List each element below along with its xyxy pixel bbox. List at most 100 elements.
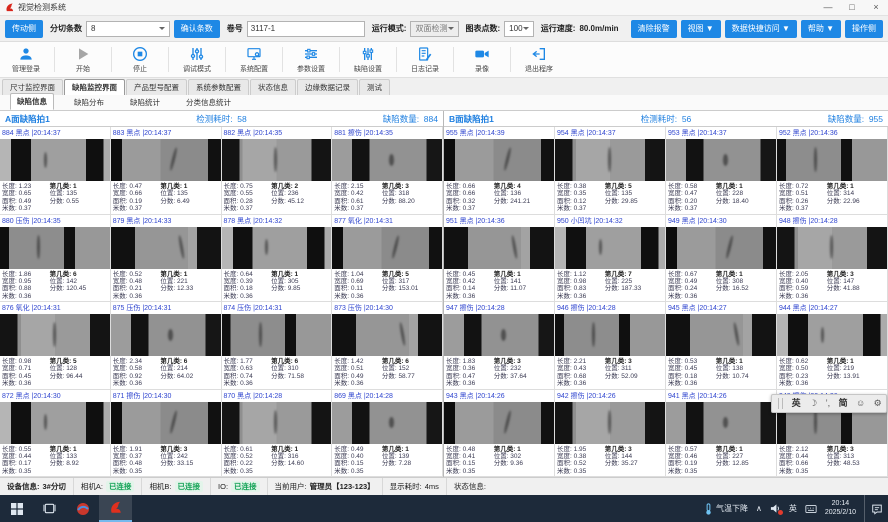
defect-image[interactable] (0, 402, 110, 444)
defect-image[interactable] (111, 314, 221, 356)
defect-image[interactable] (332, 314, 442, 356)
close-button[interactable]: × (864, 0, 888, 15)
chart-points-select[interactable]: 100 (504, 21, 534, 37)
defect-card-942[interactable]: 942 擦伤 |20:14:26长度: 1.95宽度: 0.38面积: 0.52… (555, 390, 666, 478)
defect-image[interactable] (332, 402, 442, 444)
defect-card-876[interactable]: 876 氧化 |20:14:31长度: 0.98宽度: 0.71面积: 0.45… (0, 302, 111, 390)
defect-image[interactable] (666, 227, 776, 269)
taskbar-app-icon[interactable] (66, 495, 99, 522)
defect-image[interactable] (444, 227, 554, 269)
defect-card-954[interactable]: 954 黑点 |20:14:37长度: 0.38宽度: 0.35面积: 0.12… (555, 127, 666, 215)
defect-image[interactable] (777, 139, 887, 181)
touch-keyboard-icon[interactable] (805, 504, 817, 514)
defect-image[interactable] (222, 314, 332, 356)
defect-card-870[interactable]: 870 黑点 |20:14:28长度: 0.61宽度: 0.52面积: 0.22… (222, 390, 333, 478)
defect-image[interactable] (0, 227, 110, 269)
defect-image[interactable] (222, 402, 332, 444)
defect-card-944[interactable]: 944 黑点 |20:14:27长度: 0.62宽度: 0.50面积: 0.23… (777, 302, 888, 390)
defect-card-953[interactable]: 953 黑点 |20:14:37长度: 0.58宽度: 0.47面积: 0.20… (666, 127, 777, 215)
tab-sub-2[interactable]: 缺陷统计 (124, 95, 166, 110)
taskbar-clock[interactable]: 20:14 2025/2/10 (825, 500, 856, 517)
action-camera-button[interactable]: 录像 (458, 46, 506, 74)
defect-card-879[interactable]: 879 黑点 |20:14:33长度: 0.52宽度: 0.48面积: 0.21… (111, 215, 222, 303)
action-user-button[interactable]: 管理登录 (2, 46, 50, 74)
weather-widget[interactable]: 气温下降 (704, 503, 748, 515)
slit-count-select[interactable]: 8 (86, 21, 170, 37)
tab-sub-3[interactable]: 分类信息统计 (180, 95, 237, 110)
defect-image[interactable] (666, 402, 776, 444)
run-mode-select[interactable]: 双面检测 (410, 21, 458, 37)
roll-number-input[interactable] (247, 21, 365, 37)
defect-image[interactable] (555, 314, 665, 356)
defect-card-880[interactable]: 880 压伤 |20:14:35长度: 1.86宽度: 0.95面积: 0.88… (0, 215, 111, 303)
action-params-button[interactable]: 参数设置 (287, 46, 335, 74)
defect-card-877[interactable]: 877 氧化 |20:14:31长度: 1.04宽度: 0.69面积: 0.11… (332, 215, 443, 303)
view-menu-button[interactable]: 视图 ▼ (681, 20, 721, 38)
action-defectset-button[interactable]: 缺陷设置 (344, 46, 392, 74)
defect-image[interactable] (0, 314, 110, 356)
defect-card-950[interactable]: 950 小凹坑 |20:14:32长度: 1.12宽度: 0.98面积: 0.8… (555, 215, 666, 303)
ime-punct-icon[interactable]: ’, (826, 396, 831, 411)
confirm-count-button[interactable]: 确认条数 (174, 20, 220, 38)
tab-main-4[interactable]: 状态信息 (250, 79, 296, 95)
data-access-menu-button[interactable]: 数据快捷访问 ▼ (725, 20, 797, 38)
defect-image[interactable] (555, 402, 665, 444)
defect-image[interactable] (111, 402, 221, 444)
defect-card-946[interactable]: 946 擦伤 |20:14:28长度: 2.21宽度: 0.43面积: 0.68… (555, 302, 666, 390)
defect-image[interactable] (332, 227, 442, 269)
defect-image[interactable] (111, 139, 221, 181)
ime-emoji-icon[interactable]: ☺ (856, 396, 865, 411)
action-center-button[interactable] (864, 495, 883, 522)
defect-image[interactable] (0, 139, 110, 181)
defect-card-952[interactable]: 952 黑点 |20:14:36长度: 0.72宽度: 0.51面积: 0.26… (777, 127, 888, 215)
defect-image[interactable] (555, 139, 665, 181)
defect-image[interactable] (777, 314, 887, 356)
defect-image[interactable] (332, 139, 442, 181)
defect-image[interactable] (666, 314, 776, 356)
maximize-button[interactable]: □ (840, 0, 864, 15)
defect-image[interactable] (222, 227, 332, 269)
defect-card-948[interactable]: 948 擦伤 |20:14:28长度: 2.05宽度: 0.40面积: 0.59… (777, 215, 888, 303)
drive-side-button[interactable]: 传动侧 (5, 20, 43, 38)
task-view-button[interactable] (33, 495, 66, 522)
defect-card-955[interactable]: 955 黑点 |20:14:39长度: 0.66宽度: 0.66面积: 0.32… (444, 127, 555, 215)
tray-expand-button[interactable]: ∧ (756, 504, 762, 513)
defect-image[interactable] (111, 227, 221, 269)
defect-image[interactable] (555, 227, 665, 269)
defect-card-869[interactable]: 869 黑点 |20:14:28长度: 0.49宽度: 0.40面积: 0.15… (332, 390, 443, 478)
volume-icon[interactable] (770, 503, 781, 514)
defect-card-943[interactable]: 943 黑点 |20:14:26长度: 0.48宽度: 0.41面积: 0.15… (444, 390, 555, 478)
defect-image[interactable] (444, 314, 554, 356)
tab-main-1[interactable]: 缺陷监控界面 (64, 79, 125, 95)
defect-card-947[interactable]: 947 擦伤 |20:14:28长度: 1.83宽度: 0.36面积: 0.47… (444, 302, 555, 390)
defect-card-941[interactable]: 941 黑点 |20:14:26长度: 0.57宽度: 0.46面积: 0.19… (666, 390, 777, 478)
tab-main-5[interactable]: 边缘数据记录 (297, 79, 358, 95)
action-log-button[interactable]: 日志记录 (401, 46, 449, 74)
ime-drag-handle[interactable] (778, 398, 783, 409)
action-stop-button[interactable]: 停止 (116, 46, 164, 74)
action-debug-button[interactable]: 调试模式 (173, 46, 221, 74)
defect-card-872[interactable]: 872 黑点 |20:14:30长度: 0.55宽度: 0.44面积: 0.17… (0, 390, 111, 478)
ime-fullhalf-icon[interactable]: ☽ (809, 396, 817, 411)
ime-language-indicator[interactable]: 英 (789, 503, 797, 514)
defect-image[interactable] (444, 402, 554, 444)
action-exit-button[interactable]: 退出程序 (515, 46, 563, 74)
tab-main-3[interactable]: 系统参数配置 (188, 79, 249, 95)
minimize-button[interactable]: — (816, 0, 840, 15)
defect-card-884[interactable]: 884 黑点 |20:14:37长度: 1.23宽度: 0.65面积: 0.49… (0, 127, 111, 215)
defect-card-945[interactable]: 945 黑点 |20:14:27长度: 0.53宽度: 0.45面积: 0.18… (666, 302, 777, 390)
clear-alarm-button[interactable]: 清除报警 (631, 20, 677, 38)
defect-card-874[interactable]: 874 压伤 |20:14:31长度: 1.77宽度: 0.63面积: 0.74… (222, 302, 333, 390)
defect-card-882[interactable]: 882 黑点 |20:14:35长度: 0.75宽度: 0.55面积: 0.28… (222, 127, 333, 215)
defect-card-949[interactable]: 949 黑点 |20:14:30长度: 0.67宽度: 0.49面积: 0.24… (666, 215, 777, 303)
defect-card-873[interactable]: 873 压伤 |20:14:30长度: 1.42宽度: 0.51面积: 0.49… (332, 302, 443, 390)
defect-card-881[interactable]: 881 擦伤 |20:14:35长度: 2.15宽度: 0.42面积: 0.61… (332, 127, 443, 215)
tab-main-2[interactable]: 产品型号配置 (126, 79, 187, 95)
operator-side-button[interactable]: 操作侧 (845, 20, 883, 38)
start-button[interactable] (0, 495, 33, 522)
tab-sub-1[interactable]: 缺陷分布 (68, 95, 110, 110)
action-monitor-button[interactable]: 系统配置 (230, 46, 278, 74)
ime-settings-icon[interactable]: ⚙ (874, 396, 882, 411)
defect-card-871[interactable]: 871 擦伤 |20:14:30长度: 1.91宽度: 0.37面积: 0.48… (111, 390, 222, 478)
taskbar-active-app-icon[interactable] (99, 495, 132, 522)
